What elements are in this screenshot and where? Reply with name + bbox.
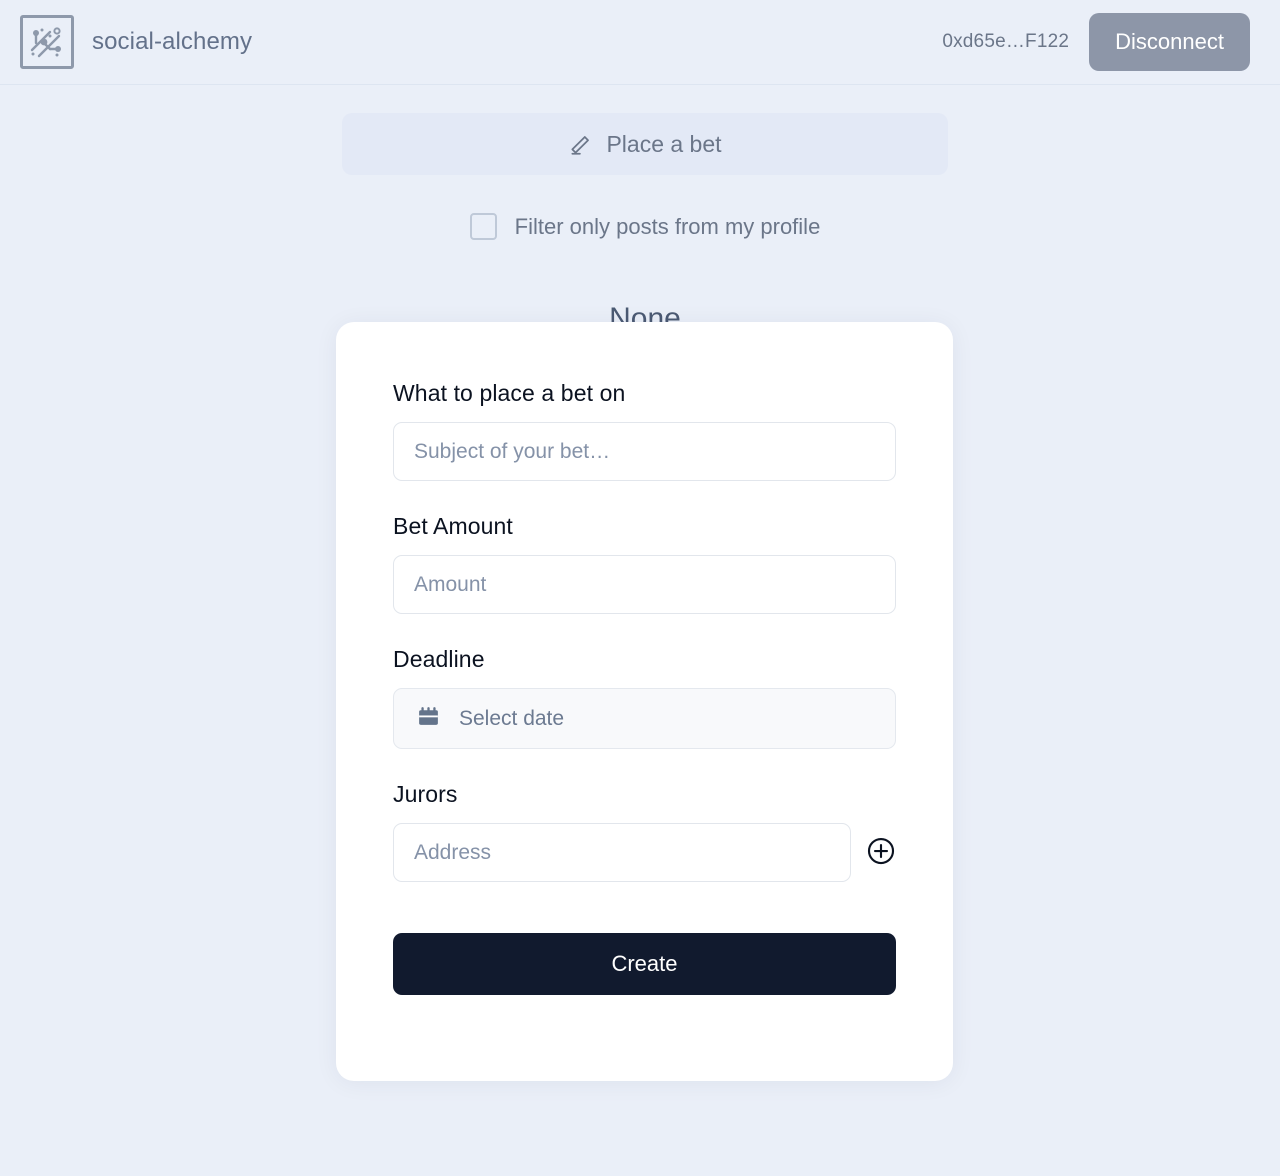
jurors-row xyxy=(393,823,896,882)
jurors-label: Jurors xyxy=(393,781,458,807)
plus-circle-icon xyxy=(866,836,896,869)
brand[interactable]: social-alchemy xyxy=(20,15,252,69)
deadline-field-block: Deadline Select date xyxy=(393,646,896,749)
wallet-address[interactable]: 0xd65e…F122 xyxy=(942,31,1069,53)
amount-field-block: Bet Amount xyxy=(393,513,896,614)
deadline-label: Deadline xyxy=(393,646,485,672)
create-bet-button[interactable]: Create xyxy=(393,933,896,995)
amount-input[interactable] xyxy=(393,555,896,614)
calendar-icon xyxy=(416,704,441,734)
filter-profile-label[interactable]: Filter only posts from my profile xyxy=(515,214,821,240)
amount-label: Bet Amount xyxy=(393,513,513,539)
subject-field-block: What to place a bet on xyxy=(393,380,896,481)
header-right: 0xd65e…F122 Disconnect xyxy=(942,12,1250,72)
filter-profile-checkbox[interactable] xyxy=(469,213,497,240)
juror-address-input[interactable] xyxy=(393,823,851,882)
brand-name: social-alchemy xyxy=(92,28,253,55)
app-header: social-alchemy 0xd65e…F122 Disconnect xyxy=(0,0,1280,85)
subject-input[interactable] xyxy=(393,422,896,481)
disconnect-button[interactable]: Disconnect xyxy=(1089,12,1250,72)
place-bet-label: Place a bet xyxy=(606,130,722,157)
circuit-board-logo-icon xyxy=(20,15,74,69)
deadline-placeholder: Select date xyxy=(459,706,565,730)
content-column: Place a bet Filter only posts from my pr… xyxy=(342,113,948,336)
subject-label: What to place a bet on xyxy=(393,380,626,406)
deadline-date-picker[interactable]: Select date xyxy=(393,688,896,749)
pencil-icon xyxy=(568,131,594,157)
jurors-field-block: Jurors xyxy=(393,781,896,882)
create-bet-modal: What to place a bet on Bet Amount Deadli… xyxy=(336,322,953,1081)
place-bet-button[interactable]: Place a bet xyxy=(342,113,948,175)
page-body: Place a bet Filter only posts from my pr… xyxy=(0,85,1280,336)
add-juror-button[interactable] xyxy=(866,836,896,869)
filter-profile-row: Filter only posts from my profile xyxy=(342,213,948,240)
